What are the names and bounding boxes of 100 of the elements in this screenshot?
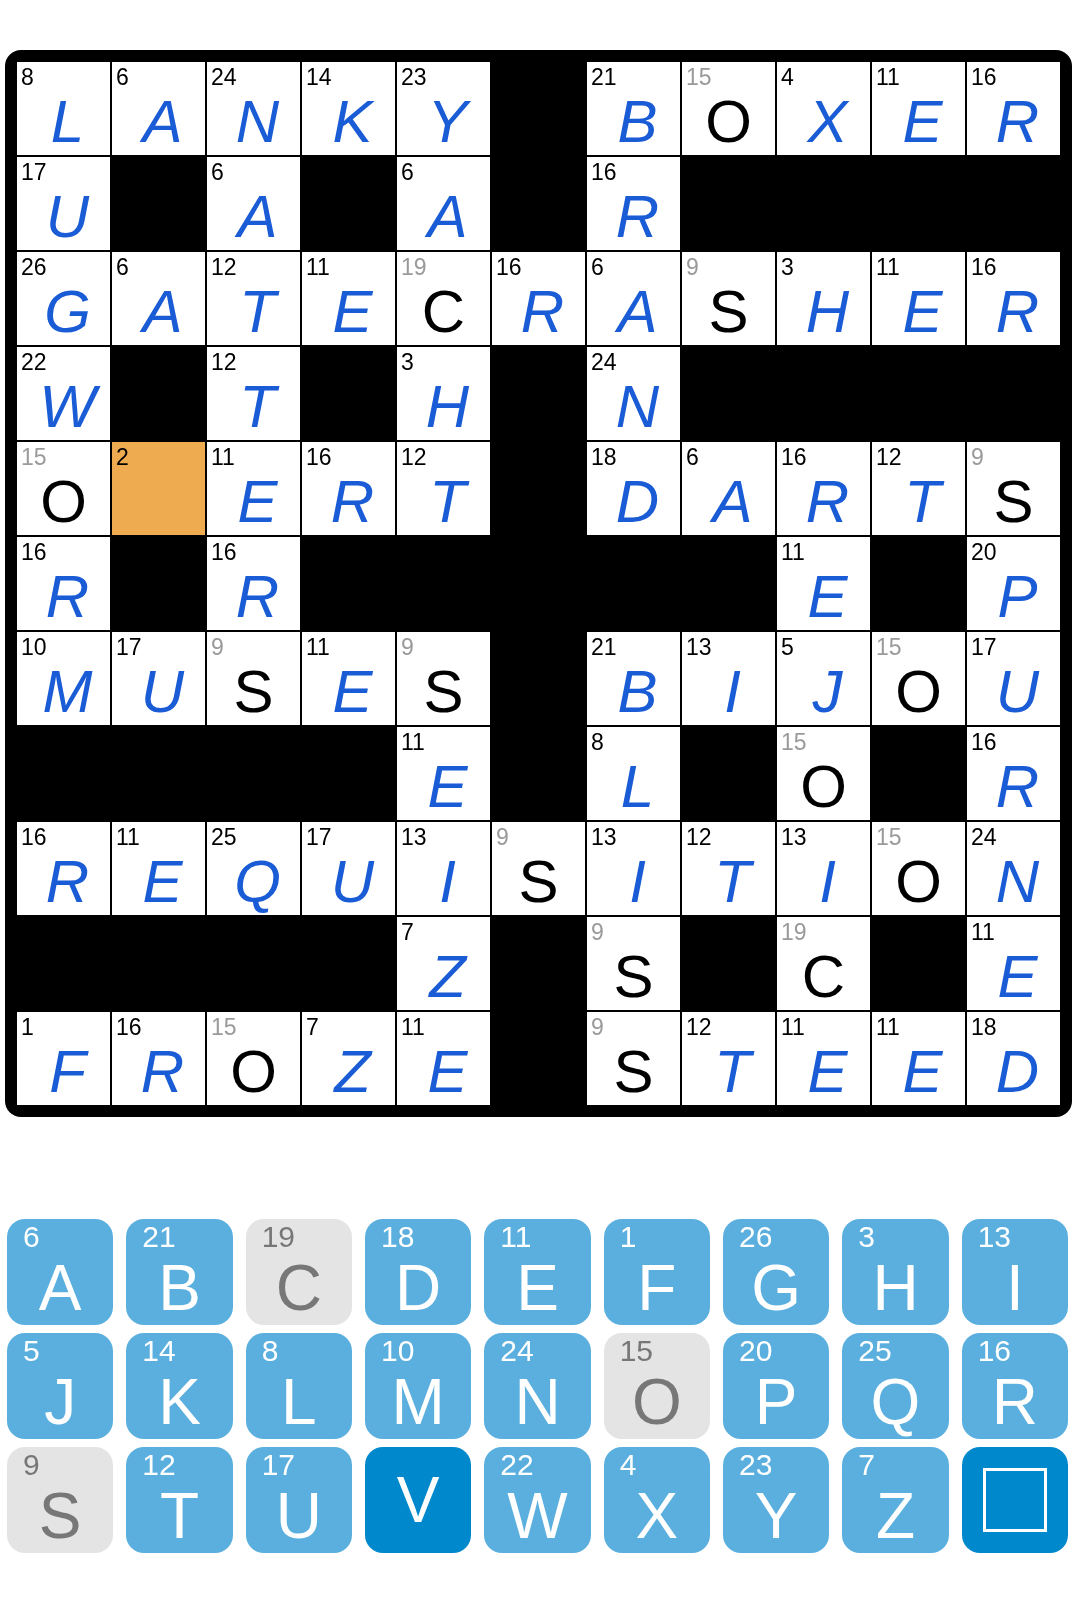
cell-number: 10 xyxy=(21,636,47,659)
grid-cell[interactable]: 12 T xyxy=(207,347,300,440)
cell-letter: Y xyxy=(413,92,474,152)
grid-cell[interactable]: 12 T xyxy=(207,252,300,345)
blank-key[interactable] xyxy=(961,1447,1068,1553)
grid-cell[interactable]: 12 T xyxy=(682,822,775,915)
grid-cell[interactable]: 11 E xyxy=(777,537,870,630)
grid-cell[interactable]: 15 O xyxy=(777,727,870,820)
cell-number: 9 xyxy=(211,636,224,659)
grid-cell[interactable]: 16 R xyxy=(17,822,110,915)
grid-cell[interactable]: 13 I xyxy=(777,822,870,915)
grid-cell[interactable]: 16 R xyxy=(967,252,1060,345)
grid-cell[interactable]: 16 R xyxy=(967,62,1060,155)
grid-cell[interactable]: 21 B xyxy=(587,632,680,725)
grid-cell[interactable]: 16 R xyxy=(17,537,110,630)
grid-cell[interactable]: 21 B xyxy=(587,62,680,155)
grid-cell[interactable]: 9 S xyxy=(587,1012,680,1105)
grid-cell[interactable]: 15 O xyxy=(682,62,775,155)
grid-cell[interactable]: 17 U xyxy=(17,157,110,250)
grid-cell[interactable]: 13 I xyxy=(397,822,490,915)
grid-cell[interactable]: 11 E xyxy=(872,1012,965,1105)
grid-cell[interactable]: 5 J xyxy=(777,632,870,725)
grid-cell[interactable]: 12 T xyxy=(872,442,965,535)
grid-cell[interactable]: 11 E xyxy=(872,252,965,345)
grid-cell[interactable]: 13 I xyxy=(587,822,680,915)
grid-cell[interactable]: 25 Q xyxy=(207,822,300,915)
grid-cell[interactable]: 11 E xyxy=(397,727,490,820)
letter-key[interactable]: V xyxy=(365,1447,472,1553)
grid-cell[interactable]: 8 L xyxy=(17,62,110,155)
cell-letter: E xyxy=(901,282,944,342)
cell-number: 3 xyxy=(781,256,794,279)
grid-cell[interactable]: 19 C xyxy=(777,917,870,1010)
grid-cell[interactable]: 15 O xyxy=(872,822,965,915)
cell-number: 24 xyxy=(591,351,617,374)
cell-letter: B xyxy=(616,92,659,152)
grid-cell[interactable]: 14 K xyxy=(302,62,395,155)
grid-cell[interactable]: 10 M xyxy=(17,632,110,725)
grid-cell[interactable]: 9 S xyxy=(682,252,775,345)
grid-cell[interactable]: 9 S xyxy=(207,632,300,725)
grid-cell[interactable]: 9 S xyxy=(587,917,680,1010)
cell-letter: T xyxy=(225,377,282,437)
grid-cell[interactable]: 11 E xyxy=(777,1012,870,1105)
grid-cell[interactable]: 16 R xyxy=(967,727,1060,820)
grid-cell[interactable]: 8 L xyxy=(587,727,680,820)
grid-cell[interactable]: 16 R xyxy=(587,157,680,250)
grid-cell[interactable]: 16 R xyxy=(302,442,395,535)
grid-cell[interactable]: 3 H xyxy=(777,252,870,345)
grid-cell[interactable]: 6 A xyxy=(587,252,680,345)
cell-number: 11 xyxy=(781,541,805,564)
grid-cell[interactable]: 6 A xyxy=(112,252,205,345)
grid-cell[interactable]: 23 Y xyxy=(397,62,490,155)
grid-cell[interactable]: 6 A xyxy=(207,157,300,250)
letter-key[interactable]: 9 S xyxy=(7,1447,114,1553)
letter-key[interactable]: 15 O xyxy=(603,1333,710,1439)
grid-cell[interactable]: 2 xyxy=(112,442,205,535)
grid-cell[interactable]: 11 E xyxy=(397,1012,490,1105)
grid-cell[interactable]: 16 R xyxy=(112,1012,205,1105)
grid-cell[interactable]: 3 H xyxy=(397,347,490,440)
grid-cell[interactable]: 24 N xyxy=(207,62,300,155)
grid-cell[interactable]: 9 S xyxy=(397,632,490,725)
grid-cell[interactable]: 17 U xyxy=(112,632,205,725)
grid-cell[interactable]: 11 E xyxy=(872,62,965,155)
grid-cell[interactable]: 16 R xyxy=(492,252,585,345)
grid-cell[interactable]: 4 X xyxy=(777,62,870,155)
grid-cell[interactable]: 18 D xyxy=(587,442,680,535)
grid-cell[interactable]: 12 T xyxy=(682,1012,775,1105)
grid-cell[interactable]: 16 R xyxy=(207,537,300,630)
grid-cell[interactable]: 6 A xyxy=(682,442,775,535)
cell-letter: O xyxy=(895,662,942,722)
grid-cell[interactable]: 26 G xyxy=(17,252,110,345)
grid-cell[interactable]: 7 Z xyxy=(302,1012,395,1105)
grid-cell[interactable]: 22 W xyxy=(17,347,110,440)
letter-key[interactable]: 19 C xyxy=(245,1219,352,1325)
cell-letter: A xyxy=(424,187,469,247)
grid-cell[interactable]: 9 S xyxy=(967,442,1060,535)
grid-cell[interactable]: 11 E xyxy=(302,632,395,725)
grid-cell[interactable]: 11 E xyxy=(112,822,205,915)
grid-cell[interactable]: 15 O xyxy=(207,1012,300,1105)
grid-cell[interactable]: 17 U xyxy=(302,822,395,915)
grid-cell[interactable]: 24 N xyxy=(967,822,1060,915)
grid-cell[interactable]: 11 E xyxy=(967,917,1060,1010)
grid-cell[interactable]: 19 C xyxy=(397,252,490,345)
grid-cell[interactable]: 1 F xyxy=(17,1012,110,1105)
grid-cell[interactable]: 15 O xyxy=(17,442,110,535)
grid-cell[interactable]: 6 A xyxy=(397,157,490,250)
grid-cell[interactable]: 6 A xyxy=(112,62,205,155)
grid-cell[interactable]: 18 D xyxy=(967,1012,1060,1105)
grid-cell[interactable]: 24 N xyxy=(587,347,680,440)
grid-cell[interactable]: 12 T xyxy=(397,442,490,535)
grid-cell[interactable]: 7 Z xyxy=(397,917,490,1010)
grid-cell[interactable]: 16 R xyxy=(777,442,870,535)
grid-cell[interactable]: 9 S xyxy=(492,822,585,915)
grid-cell[interactable]: 17 U xyxy=(967,632,1060,725)
grid-cell[interactable]: 20 P xyxy=(967,537,1060,630)
cell-number: 7 xyxy=(306,1016,319,1039)
cell-number: 5 xyxy=(781,636,794,659)
grid-cell[interactable]: 11 E xyxy=(302,252,395,345)
grid-cell[interactable]: 11 E xyxy=(207,442,300,535)
grid-cell[interactable]: 15 O xyxy=(872,632,965,725)
grid-cell[interactable]: 13 I xyxy=(682,632,775,725)
